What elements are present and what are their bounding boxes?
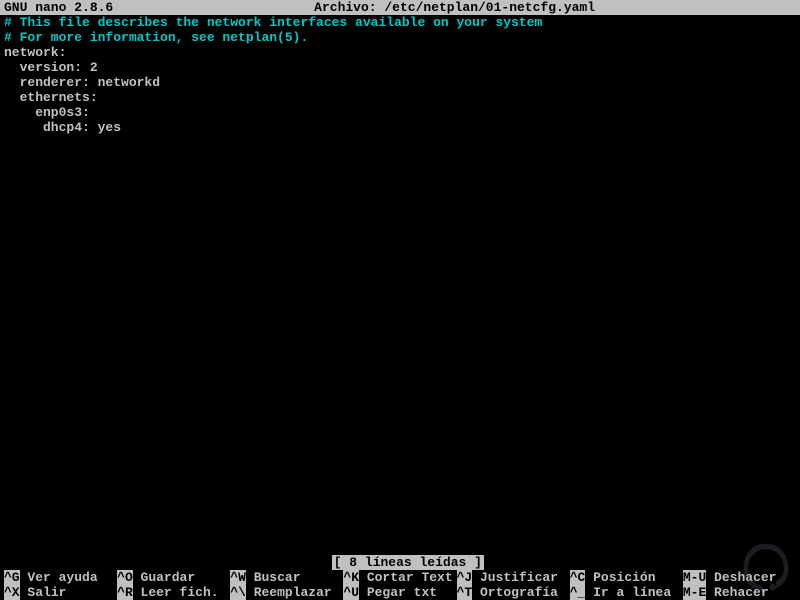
help-item[interactable]: ^G Ver ayuda bbox=[4, 570, 117, 585]
editor-line: # This file describes the network interf… bbox=[4, 15, 796, 30]
help-label: Pegar txt bbox=[359, 585, 437, 600]
help-key: ^\ bbox=[230, 585, 246, 600]
help-item[interactable]: ^\ Reemplazar bbox=[230, 585, 343, 600]
help-item[interactable]: ^C Posición bbox=[570, 570, 683, 585]
help-key: ^U bbox=[343, 585, 359, 600]
help-row-2: ^X Salir^R Leer fich.^\ Reemplazar^U Peg… bbox=[4, 585, 796, 600]
help-key: ^T bbox=[457, 585, 473, 600]
status-line: [ 8 líneas leídas ] bbox=[0, 540, 800, 570]
help-item[interactable]: ^_ Ir a línea bbox=[570, 585, 683, 600]
help-key: ^O bbox=[117, 570, 133, 585]
editor-content[interactable]: # This file describes the network interf… bbox=[0, 15, 800, 135]
titlebar: GNU nano 2.8.6 Archivo: /etc/netplan/01-… bbox=[0, 0, 800, 15]
status-message: [ 8 líneas leídas ] bbox=[332, 555, 484, 570]
editor-line: enp0s3: bbox=[4, 105, 796, 120]
help-item[interactable]: ^K Cortar Text bbox=[343, 570, 456, 585]
help-bar: ^G Ver ayuda^O Guardar^W Buscar^K Cortar… bbox=[0, 570, 800, 600]
help-label: Reemplazar bbox=[246, 585, 332, 600]
help-item[interactable]: M-E Rehacer bbox=[683, 585, 796, 600]
help-item[interactable]: ^R Leer fich. bbox=[117, 585, 230, 600]
help-label: Rehacer bbox=[706, 585, 768, 600]
help-label: Cortar Text bbox=[359, 570, 453, 585]
help-label: Ver ayuda bbox=[20, 570, 98, 585]
help-key: ^_ bbox=[570, 585, 586, 600]
help-label: Justificar bbox=[472, 570, 558, 585]
editor-line: dhcp4: yes bbox=[4, 120, 796, 135]
editor-line: # For more information, see netplan(5). bbox=[4, 30, 796, 45]
help-item[interactable]: ^U Pegar txt bbox=[343, 585, 456, 600]
editor-line: version: 2 bbox=[4, 60, 796, 75]
editor-line: renderer: networkd bbox=[4, 75, 796, 90]
help-label: Ortografía bbox=[472, 585, 558, 600]
help-key: ^R bbox=[117, 585, 133, 600]
help-key: ^K bbox=[343, 570, 359, 585]
file-name: Archivo: /etc/netplan/01-netcfg.yaml bbox=[113, 0, 796, 15]
editor-line: ethernets: bbox=[4, 90, 796, 105]
help-label: Buscar bbox=[246, 570, 301, 585]
help-label: Deshacer bbox=[706, 570, 776, 585]
help-key: ^J bbox=[457, 570, 473, 585]
help-key: ^C bbox=[570, 570, 586, 585]
help-item[interactable]: M-U Deshacer bbox=[683, 570, 796, 585]
help-key: ^X bbox=[4, 585, 20, 600]
help-item[interactable]: ^O Guardar bbox=[117, 570, 230, 585]
help-label: Salir bbox=[20, 585, 67, 600]
help-key: M-E bbox=[683, 585, 706, 600]
help-item[interactable]: ^W Buscar bbox=[230, 570, 343, 585]
help-label: Leer fich. bbox=[133, 585, 219, 600]
help-item[interactable]: ^T Ortografía bbox=[457, 585, 570, 600]
app-name: GNU nano 2.8.6 bbox=[4, 0, 113, 15]
help-item[interactable]: ^J Justificar bbox=[457, 570, 570, 585]
help-label: Ir a línea bbox=[585, 585, 671, 600]
help-key: ^G bbox=[4, 570, 20, 585]
editor-line: network: bbox=[4, 45, 796, 60]
help-row-1: ^G Ver ayuda^O Guardar^W Buscar^K Cortar… bbox=[4, 570, 796, 585]
help-item[interactable]: ^X Salir bbox=[4, 585, 117, 600]
help-label: Guardar bbox=[133, 570, 195, 585]
help-key: ^W bbox=[230, 570, 246, 585]
help-label: Posición bbox=[585, 570, 655, 585]
help-key: M-U bbox=[683, 570, 706, 585]
